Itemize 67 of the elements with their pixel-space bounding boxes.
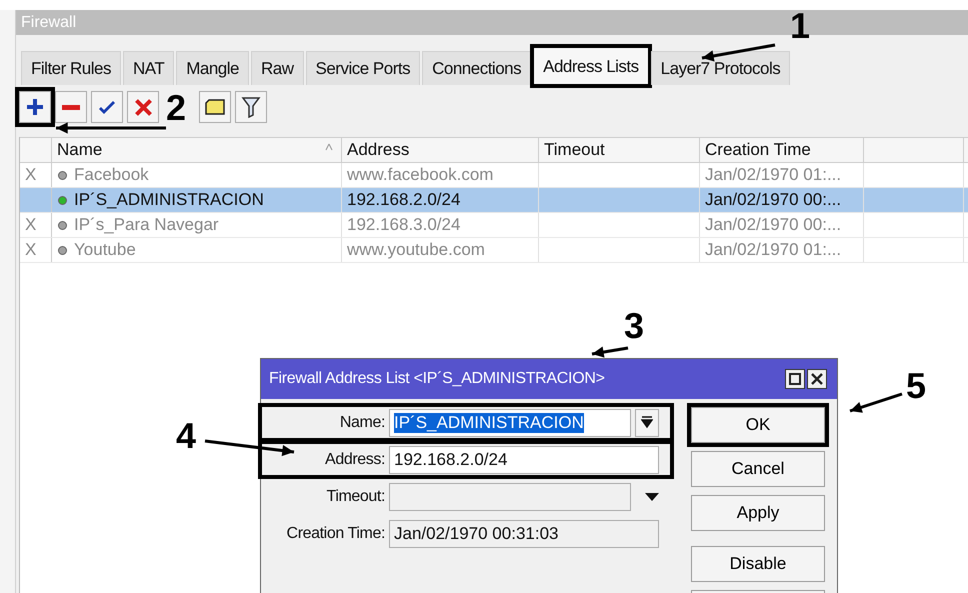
tab[interactable]: Filter Rules	[21, 51, 121, 85]
step-number: 2	[166, 90, 186, 126]
table-cell: Youtube	[74, 240, 136, 260]
field-label: Creation Time:	[286, 524, 385, 542]
creation-time-field: Jan/02/1970 00:31:03	[389, 520, 659, 548]
table-cell: Jan/02/1970 01:...	[705, 165, 842, 185]
table-cell: X	[25, 240, 36, 260]
dropdown-arrow-icon[interactable]	[645, 492, 659, 502]
column-header[interactable]: Address	[342, 138, 539, 162]
field-label: Name:	[338, 414, 385, 432]
dialog-button[interactable]: Cancel	[691, 451, 825, 487]
table-cell: Jan/02/1970 00:...	[705, 215, 842, 235]
enable-button[interactable]	[91, 91, 123, 123]
minus-icon	[62, 104, 80, 110]
pointer-arrow	[592, 346, 628, 358]
address-field[interactable]: 192.168.2.0/24	[389, 446, 659, 474]
tab[interactable]: Address Lists	[533, 47, 649, 85]
cross-icon	[134, 98, 152, 116]
step-number: 3	[624, 308, 644, 344]
filter-button[interactable]	[235, 91, 267, 123]
status-dot-icon	[57, 194, 68, 206]
field-label: Address:	[324, 450, 385, 468]
window-title: Firewall	[21, 14, 76, 32]
plus-icon	[27, 99, 43, 115]
table-cell: www.youtube.com	[347, 240, 485, 260]
dropdown-button[interactable]	[635, 408, 659, 436]
column-header[interactable]: Name	[52, 138, 342, 162]
column-header[interactable]: Creation Time	[700, 138, 864, 162]
tab[interactable]: Raw	[250, 51, 304, 85]
table-cell: IP´s_Para Navegar	[74, 215, 219, 235]
note-icon	[204, 98, 226, 116]
close-icon[interactable]	[807, 369, 827, 389]
tab[interactable]: Connections	[422, 51, 532, 85]
name-field[interactable]: IP´S_ADMINISTRACION	[389, 408, 631, 436]
dialog-button[interactable]: Disable	[691, 546, 825, 582]
table-cell: X	[25, 165, 36, 185]
tab[interactable]: Mangle	[176, 51, 249, 85]
checkmark-icon	[99, 100, 115, 114]
table-cell: IP´S_ADMINISTRACION	[74, 190, 264, 210]
pointer-arrow	[850, 392, 902, 413]
column-header[interactable]: Timeout	[539, 138, 700, 162]
table-row[interactable]: IP´S_ADMINISTRACION 192.168.2.0/24 Jan/02/1970 00:...	[20, 188, 968, 213]
table-cell: 192.168.3.0/24	[347, 215, 460, 235]
tab[interactable]: Layer7 Protocols	[650, 51, 790, 85]
step-number: 1	[790, 8, 810, 44]
filter-icon	[241, 96, 261, 118]
step-number: 4	[176, 418, 196, 454]
down-arrow-icon	[641, 416, 653, 430]
table-cell: 192.168.2.0/24	[347, 190, 460, 210]
comment-button[interactable]	[199, 91, 231, 123]
table-cell: www.facebook.com	[347, 165, 494, 185]
step-number: 5	[906, 368, 926, 404]
dialog-button[interactable]: Apply	[691, 495, 825, 531]
tab[interactable]: Service Ports	[306, 51, 420, 85]
table-cell: Jan/02/1970 00:...	[705, 190, 842, 210]
table-cell: Facebook	[74, 165, 149, 185]
status-dot-icon	[57, 170, 68, 180]
dialog-title: Firewall Address List <IP´S_ADMINISTRACION>	[269, 370, 605, 388]
status-dot-icon	[57, 220, 68, 230]
field-label: Timeout:	[326, 488, 385, 506]
disable-button[interactable]	[127, 91, 159, 123]
status-dot-icon	[57, 244, 68, 256]
tab[interactable]: NAT	[122, 51, 174, 85]
remove-button[interactable]	[55, 91, 87, 123]
table-cell: X	[25, 215, 36, 235]
table-cell: Jan/02/1970 01:...	[705, 240, 842, 260]
maximize-icon[interactable]	[785, 369, 805, 389]
